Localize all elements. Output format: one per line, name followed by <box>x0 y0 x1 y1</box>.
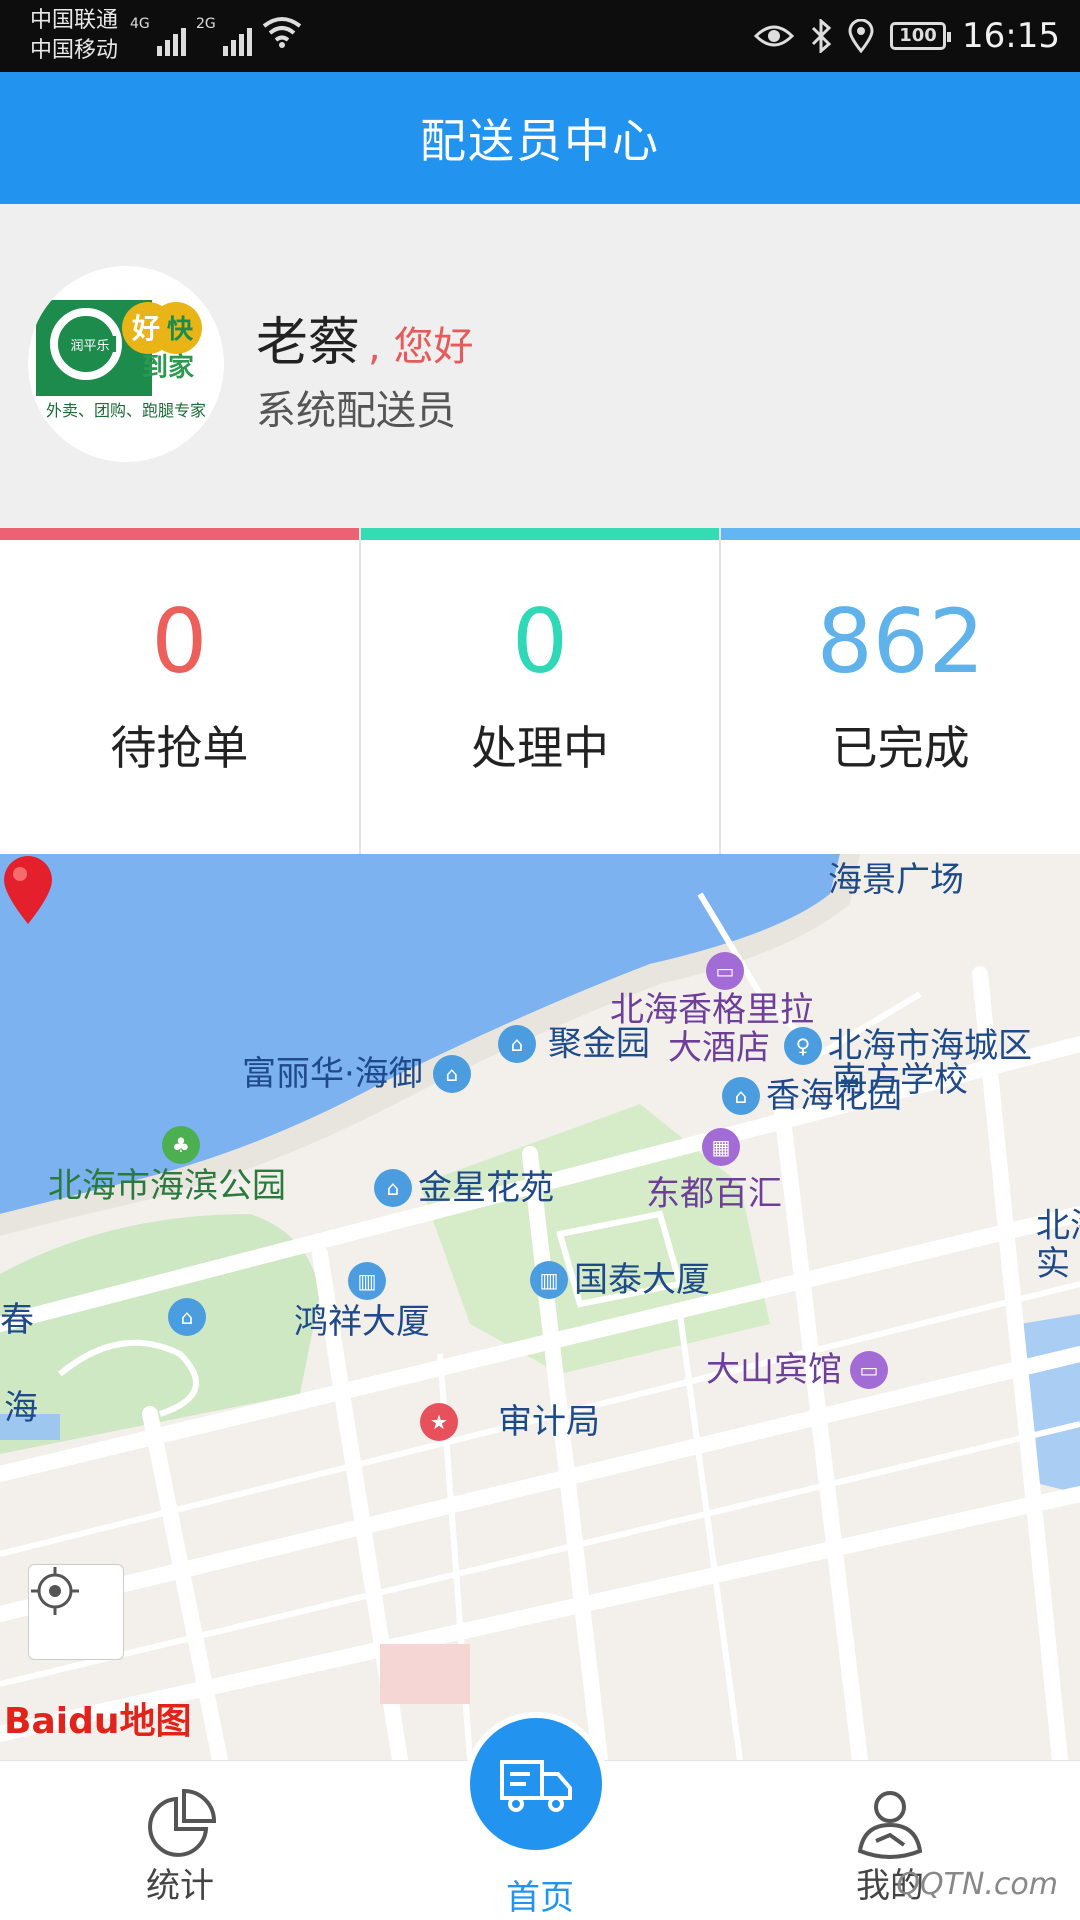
building-icon: ▥ <box>530 1261 568 1299</box>
location-icon <box>848 19 874 53</box>
government-icon: ★ <box>420 1403 458 1441</box>
poi-haibin-park[interactable]: 北海市海滨公园 <box>48 1166 286 1206</box>
carrier-1: 中国联通 <box>30 8 119 33</box>
page-title: 配送员中心 <box>420 114 660 168</box>
stat-label: 待抢单 <box>110 721 249 775</box>
stat-value: 0 <box>512 590 568 693</box>
poi-nanfang-school-2: 南方学校 <box>832 1060 968 1100</box>
stat-pending[interactable]: 0 待抢单 <box>0 528 361 854</box>
stat-bar-pending <box>0 528 359 540</box>
stat-bar-processing <box>360 528 720 540</box>
school-icon: ♀ <box>784 1027 822 1065</box>
user-icon <box>857 1791 923 1859</box>
carrier-info: 中国联通 中国移动 <box>30 6 118 66</box>
nav-home-button[interactable] <box>464 1712 608 1856</box>
stat-completed[interactable]: 862 已完成 <box>721 528 1080 854</box>
poi-guotai-building[interactable]: ▥ 国泰大厦 <box>530 1260 710 1300</box>
stat-label: 处理中 <box>471 721 609 775</box>
locate-button[interactable] <box>28 1564 124 1660</box>
baidu-map-logo: Baidu地图 <box>4 1701 192 1742</box>
greeting: 老蔡 , 您好 <box>256 300 473 375</box>
logo-word-3: 到家 <box>142 352 194 383</box>
poi-hai-edge: 海 <box>4 1388 38 1428</box>
residential-icon: ⌂ <box>374 1169 412 1207</box>
carrier-2: 中国移动 <box>30 38 119 63</box>
poi-seaview-plaza[interactable]: 海景广场 <box>828 860 964 900</box>
poi-fulihua[interactable]: 富丽华·海御 ⌂ <box>242 954 471 1094</box>
nav-stats-label: 统计 <box>146 1866 214 1906</box>
stat-value: 862 <box>816 590 985 693</box>
avatar[interactable]: 润平乐 好 快 到家 外卖、团购、跑腿专家 <box>28 266 224 462</box>
stat-value: 0 <box>151 590 208 693</box>
poi-dongdu[interactable]: 东都百汇 <box>646 1174 782 1214</box>
park-icon: ♣ <box>162 1126 200 1164</box>
battery-icon: 100 <box>890 22 952 50</box>
order-stats: 0 待抢单 0 处理中 862 已完成 <box>0 528 1080 854</box>
poi-jujin-garden[interactable]: ⌂ 聚金园 <box>498 1024 650 1064</box>
bluetooth-icon <box>811 19 832 53</box>
crosshair-icon <box>31 1567 79 1615</box>
building-icon: ▥ <box>348 1262 386 1300</box>
user-role: 系统配送员 <box>256 388 456 434</box>
signal-1-icon: 4G <box>130 16 186 56</box>
profile-card: 润平乐 好 快 到家 外卖、团购、跑腿专家 老蔡 , 您好 系统配送员 <box>0 204 1080 528</box>
residential-icon: ⌂ <box>722 1077 760 1115</box>
delivery-truck-icon <box>500 1760 572 1812</box>
poi-hongxiang-building[interactable]: 鸿祥大厦 <box>294 1302 430 1342</box>
poi-building-icon[interactable]: ▥ <box>348 1262 386 1300</box>
greeting-text: , 您好 <box>368 324 474 370</box>
residential-icon: ⌂ <box>168 1298 206 1336</box>
watermark: QQTN.com <box>896 1867 1058 1902</box>
poi-chun-edge: 春 <box>0 1300 34 1340</box>
poi-dashan-hotel[interactable]: 大山宾馆 ▭ <box>706 1350 888 1390</box>
nav-stats[interactable]: 统计 <box>80 1761 280 1920</box>
poi-park-icon[interactable]: ♣ <box>162 1126 200 1164</box>
hotel-icon: ▭ <box>850 1351 888 1389</box>
poi-beihai-edge: 北海 <box>1036 1206 1080 1246</box>
poi-shopping-icon[interactable]: ▦ <box>702 1128 740 1166</box>
eye-icon <box>754 25 795 47</box>
map-view[interactable]: 海景广场 ▭ 北海香格里拉 大酒店 富丽华·海御 ⌂ ⌂ 香海花园 ⌂ 聚金园 … <box>0 854 1080 1760</box>
logo-brand-text: 润平乐 <box>70 339 109 354</box>
status-bar: 中国联通 中国移动 4G 2G 100 16:15 <box>0 0 1080 72</box>
map-canvas <box>0 854 1080 1760</box>
poi-jinxing-garden[interactable]: ⌂ 金星花苑 <box>374 1168 554 1208</box>
residential-icon: ⌂ <box>498 1025 536 1063</box>
app-header: 配送员中心 <box>0 72 1080 204</box>
logo-word-1: 好 <box>131 312 160 345</box>
poi-residential-icon[interactable]: ⌂ <box>168 1298 206 1336</box>
user-name: 老蔡 <box>256 313 361 373</box>
stat-label: 已完成 <box>831 721 970 775</box>
logo-tagline: 外卖、团购、跑腿专家 <box>46 401 206 420</box>
location-marker-icon[interactable] <box>0 854 56 926</box>
stat-bar-completed <box>721 528 1080 540</box>
stat-processing[interactable]: 0 处理中 <box>360 528 722 854</box>
brand-logo: 润平乐 好 快 到家 外卖、团购、跑腿专家 <box>36 300 206 420</box>
nav-home-label[interactable]: 首页 <box>440 1870 640 1919</box>
pie-chart-icon <box>148 1788 217 1857</box>
clock: 16:15 <box>962 16 1060 56</box>
signal-2-icon: 2G <box>196 16 252 56</box>
residential-icon: ⌂ <box>432 1055 471 1093</box>
shopping-icon: ▦ <box>702 1128 740 1166</box>
wifi-icon <box>262 17 302 48</box>
poi-shi-edge: 实 <box>1036 1244 1070 1284</box>
poi-audit-bureau[interactable]: ★ 审计局 <box>420 1402 600 1442</box>
logo-word-2: 快 <box>167 315 194 345</box>
